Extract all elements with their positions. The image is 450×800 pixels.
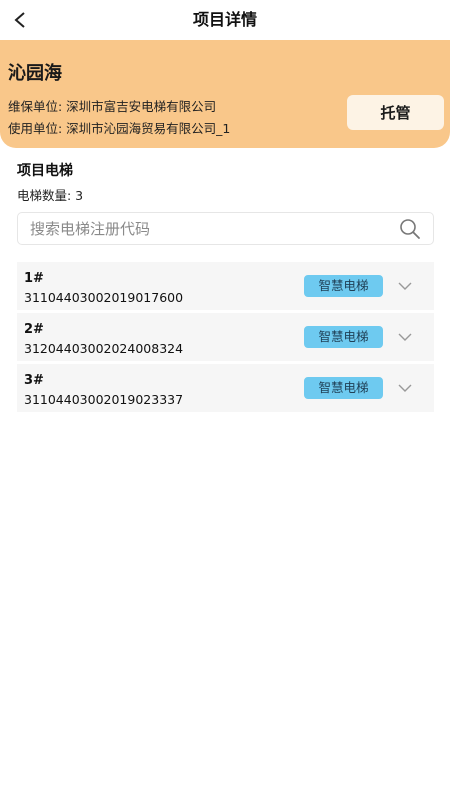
top-nav-bar: 项目详情 — [0, 0, 450, 40]
maintenance-unit: 维保单位: 深圳市富吉安电梯有限公司 — [8, 99, 217, 114]
elevator-row[interactable]: 1# 31104403002019017600 智慧电梯 — [17, 262, 434, 310]
project-name: 沁园海 — [8, 63, 62, 84]
project-banner: 沁园海 维保单位: 深圳市富吉安电梯有限公司 使用单位: 深圳市沁园海贸易有限公… — [0, 40, 450, 148]
elevator-code: 31104403002019017600 — [24, 290, 184, 305]
elevator-count: 电梯数量: 3 — [17, 188, 84, 203]
chevron-down-icon[interactable] — [397, 380, 413, 396]
elevator-number: 3# — [24, 373, 44, 388]
elevator-number: 2# — [24, 322, 44, 337]
search-box — [17, 212, 434, 245]
search-icon[interactable] — [399, 218, 421, 240]
chevron-down-icon[interactable] — [397, 278, 413, 294]
smart-elevator-badge: 智慧电梯 — [304, 275, 383, 297]
elevator-row[interactable]: 3# 31104403002019023337 智慧电梯 — [17, 364, 434, 412]
smart-elevator-badge: 智慧电梯 — [304, 326, 383, 348]
elevator-code: 31104403002019023337 — [24, 392, 184, 407]
elevator-number: 1# — [24, 271, 44, 286]
smart-elevator-badge: 智慧电梯 — [304, 377, 383, 399]
chevron-down-icon[interactable] — [397, 329, 413, 345]
elevator-code: 31204403002024008324 — [24, 341, 184, 356]
elevator-row[interactable]: 2# 31204403002024008324 智慧电梯 — [17, 313, 434, 361]
custody-button[interactable]: 托管 — [347, 95, 444, 130]
page-title: 项目详情 — [192, 10, 257, 29]
elevator-list: 1# 31104403002019017600 智慧电梯 2# 31204403… — [17, 262, 434, 415]
section-title: 项目电梯 — [17, 163, 73, 179]
using-unit: 使用单位: 深圳市沁园海贸易有限公司_1 — [8, 121, 231, 136]
search-input[interactable] — [30, 213, 390, 244]
